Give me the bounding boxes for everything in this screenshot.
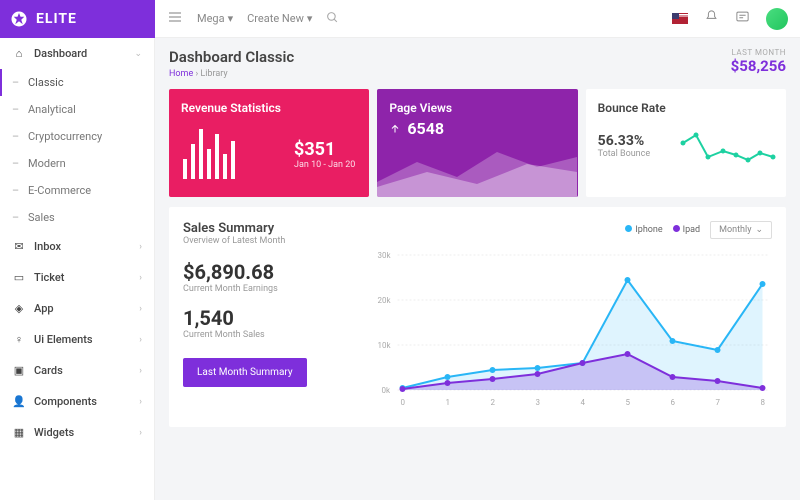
card-bounce: Bounce Rate 56.33% Total Bounce [586,89,786,197]
chevron-right-icon: › [139,335,142,345]
chevron-down-icon: ▾ [228,12,234,25]
brand-text: ELITE [36,11,77,27]
topbar: ELITE Mega▾ Create New▾ [0,0,800,38]
revenue-value: $351 [294,139,355,160]
svg-text:1: 1 [446,398,451,407]
mail-icon: ✉ [12,240,26,253]
chevron-down-icon: ⌄ [134,49,142,59]
period-dropdown[interactable]: Monthly⌄ [710,221,772,239]
svg-text:7: 7 [716,398,721,407]
sidebar-item-inbox[interactable]: ✉Inbox› [0,231,154,262]
card-title: Revenue Statistics [181,101,357,115]
sidebar-sub-ecommerce[interactable]: –E-Commerce [0,177,154,204]
sidebar-sub-cryptocurrency[interactable]: –Cryptocurrency [0,123,154,150]
sidebar-item-widgets[interactable]: ▦Widgets› [0,417,154,448]
avatar[interactable] [766,8,788,30]
pageviews-area-chart [377,142,577,197]
revenue-range: Jan 10 - Jan 20 [294,160,355,170]
home-icon: ⌂ [12,47,26,60]
svg-text:8: 8 [761,398,766,407]
chevron-right-icon: › [139,428,142,438]
sales-value: 1,540 [183,306,363,330]
flag-icon[interactable] [672,9,688,28]
page-title: Dashboard Classic [169,48,294,66]
menu-toggle-icon[interactable] [167,9,183,29]
bounce-sparkline [678,125,778,175]
bulb-icon: ♀ [12,333,26,346]
svg-text:0k: 0k [382,386,391,395]
card-title: Page Views [389,101,565,115]
sidebar: ⌂Dashboard⌄ –Classic –Analytical –Crypto… [0,38,155,500]
sidebar-sub-sales[interactable]: –Sales [0,204,154,231]
breadcrumb-home[interactable]: Home [169,69,193,79]
card-icon: ▣ [12,364,26,377]
svg-text:5: 5 [626,398,631,407]
message-icon[interactable] [735,9,750,28]
svg-text:0: 0 [401,398,406,407]
sales-line-chart: 30k 20k 10k 0k 0 1 2 3 4 5 6 7 8 [363,243,772,413]
card-title: Bounce Rate [598,101,774,115]
chevron-down-icon: ▾ [307,12,313,25]
sidebar-item-app[interactable]: ◈App› [0,293,154,324]
chevron-right-icon: › [139,397,142,407]
last-month-value: $58,256 [731,57,786,75]
breadcrumb: Home › Library [169,69,294,79]
earnings-value: $6,890.68 [183,260,363,284]
sidebar-item-components[interactable]: 👤Components› [0,386,154,417]
svg-text:20k: 20k [378,296,392,305]
search-icon[interactable] [326,9,339,28]
sidebar-item-ui[interactable]: ♀Ui Elements› [0,324,154,355]
diamond-icon: ◈ [12,302,26,315]
svg-text:3: 3 [536,398,541,407]
bell-icon[interactable] [704,9,719,28]
arrow-up-icon [389,123,401,135]
card-revenue: Revenue Statistics $351 Jan 10 - Jan 20 [169,89,369,197]
panel-subtitle: Overview of Latest Month [183,236,363,246]
chevron-right-icon: › [139,366,142,376]
chevron-right-icon: › [139,242,142,252]
chevron-right-icon: › [139,304,142,314]
sales-summary-panel: Sales Summary Overview of Latest Month $… [169,207,786,427]
sidebar-item-ticket[interactable]: ▭Ticket› [0,262,154,293]
content: Dashboard Classic Home › Library LAST MO… [155,38,800,500]
legend-iphone: Iphone [625,225,662,235]
chevron-right-icon: › [139,273,142,283]
svg-text:10k: 10k [378,341,392,350]
brand-logo[interactable]: ELITE [0,0,155,38]
sales-label: Current Month Sales [183,330,363,340]
last-month-label: LAST MONTH [731,48,786,57]
last-month-summary-button[interactable]: Last Month Summary [183,358,307,387]
brand-icon [10,10,28,28]
sidebar-sub-classic[interactable]: –Classic [0,69,154,96]
legend-ipad: Ipad [673,225,700,235]
sidebar-sub-modern[interactable]: –Modern [0,150,154,177]
panel-title: Sales Summary [183,221,363,236]
nav-mega[interactable]: Mega▾ [197,12,233,25]
pageviews-value: 6548 [407,119,444,138]
grid-icon: ▦ [12,426,26,439]
user-icon: 👤 [12,395,26,408]
svg-text:30k: 30k [378,251,392,260]
svg-text:4: 4 [581,398,586,407]
svg-text:6: 6 [671,398,676,407]
chevron-down-icon: ⌄ [755,225,763,235]
sidebar-item-dashboard[interactable]: ⌂Dashboard⌄ [0,38,154,69]
nav-create-new[interactable]: Create New▾ [247,12,312,25]
ticket-icon: ▭ [12,271,26,284]
revenue-bar-chart [183,129,235,179]
sidebar-item-cards[interactable]: ▣Cards› [0,355,154,386]
svg-text:2: 2 [491,398,496,407]
sidebar-sub-analytical[interactable]: –Analytical [0,96,154,123]
earnings-label: Current Month Earnings [183,284,363,294]
card-pageviews: Page Views 6548 [377,89,577,197]
